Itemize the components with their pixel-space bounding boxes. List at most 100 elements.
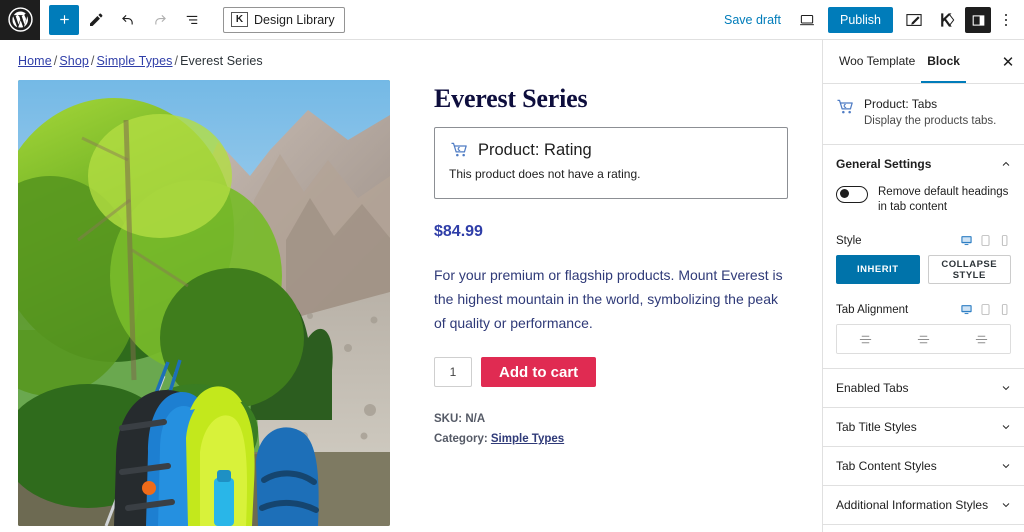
woocommerce-cart-icon — [451, 142, 467, 157]
dot — [1004, 18, 1008, 22]
panel-title: Tab Title Styles — [836, 420, 917, 435]
redo-arrow-icon — [155, 14, 166, 24]
remove-default-headings-toggle[interactable] — [836, 185, 868, 203]
product-image[interactable] — [18, 80, 390, 526]
kadence-blocks-button[interactable] — [932, 5, 962, 35]
wordpress-logo-icon[interactable] — [0, 0, 40, 40]
editor-toolbar: K Design Library Save draft Publish — [0, 0, 1024, 40]
panel-additional-information-styles[interactable]: Additional Information Styles — [823, 486, 1024, 526]
align-left-icon — [860, 335, 872, 343]
product-sku: SKU: N/A — [434, 409, 788, 429]
tablet-icon[interactable] — [979, 234, 992, 247]
rating-block-title: Product: Rating — [478, 140, 592, 159]
tablet-icon[interactable] — [979, 303, 992, 316]
sidebar-panel-icon — [972, 14, 984, 26]
pencil-icon — [90, 13, 103, 26]
align-right-button[interactable] — [952, 325, 1010, 354]
category-label: Category: — [434, 433, 488, 446]
design-library-label: Design Library — [254, 12, 335, 27]
panel-title: Tab Content Styles — [836, 459, 937, 474]
panel-container-spacing-settings[interactable]: Container Spacing Settings — [823, 525, 1024, 532]
tab-alignment-field-header: Tab Alignment — [836, 301, 1011, 316]
more-options-button[interactable] — [994, 5, 1018, 35]
settings-sidebar-button[interactable] — [965, 7, 991, 33]
list-view-icon — [186, 15, 198, 24]
publish-button[interactable]: Publish — [828, 7, 893, 33]
chevron-down-icon — [1002, 425, 1010, 430]
product-description: For your premium or flagship products. M… — [434, 267, 783, 332]
product-rating-block[interactable]: Product: Rating This product does not ha… — [434, 127, 788, 199]
chevron-up-icon — [1002, 161, 1010, 166]
desktop-icon[interactable] — [960, 303, 973, 316]
tab-alignment-device-switcher — [960, 303, 1011, 316]
remove-default-headings-row: Remove default headings in tab content — [836, 183, 1011, 217]
product-price: $84.99 — [434, 223, 483, 240]
breadcrumb-item-home[interactable]: Home — [18, 54, 52, 68]
tab-block[interactable]: Block — [921, 40, 966, 83]
redo-button[interactable] — [145, 5, 175, 35]
edit-tool-button[interactable] — [81, 5, 111, 35]
panel-title: Enabled Tabs — [836, 381, 909, 396]
preview-button[interactable] — [792, 5, 822, 35]
align-right-icon — [975, 335, 987, 343]
settings-sidebar: Woo Template Block ✕ Product: Tabs Displ… — [822, 40, 1024, 532]
close-sidebar-button[interactable]: ✕ — [996, 50, 1020, 74]
chevron-down-icon — [1002, 464, 1010, 469]
kadence-icon — [941, 13, 955, 27]
design-library-icon: K — [231, 12, 248, 27]
tab-alignment-options — [836, 324, 1011, 355]
breadcrumb-item-current: Everest Series — [180, 54, 263, 68]
quantity-input[interactable] — [434, 357, 472, 388]
add-to-cart-button[interactable]: Add to cart — [481, 357, 597, 388]
chevron-down-icon — [1002, 503, 1010, 508]
rating-block-header: Product: Rating — [449, 140, 773, 160]
panel-tab-content-styles[interactable]: Tab Content Styles — [823, 447, 1024, 487]
panel-tab-title-styles[interactable]: Tab Title Styles — [823, 408, 1024, 448]
breadcrumb-separator: / — [174, 54, 179, 68]
add-block-button[interactable] — [49, 4, 79, 35]
wordpress-block-editor: K Design Library Save draft Publish Home… — [0, 0, 1024, 532]
tab-woo-template[interactable]: Woo Template — [833, 40, 921, 83]
style-field-header: Style — [836, 232, 1011, 247]
sku-value: N/A — [465, 413, 486, 426]
align-center-icon — [917, 335, 930, 343]
mobile-icon[interactable] — [998, 234, 1011, 247]
product-details: Everest Series Product: Rating This prod… — [434, 80, 788, 449]
breadcrumb-item-shop[interactable]: Shop — [59, 54, 89, 68]
chevron-down-icon — [1002, 386, 1010, 391]
tab-alignment-label: Tab Alignment — [836, 303, 909, 316]
design-library-button[interactable]: K Design Library — [223, 6, 345, 33]
category-link[interactable]: Simple Types — [491, 433, 564, 445]
rating-block-message: This product does not have a rating. — [449, 167, 641, 181]
style-option-collapse[interactable]: COLLAPSE STYLE — [927, 255, 1011, 285]
style-option-inherit[interactable]: INHERIT — [836, 255, 920, 285]
product-layout: Everest Series Product: Rating This prod… — [18, 80, 788, 526]
editor-canvas: Home / Shop / Simple Types / Everest Series — [0, 40, 822, 532]
toggle-knob — [840, 189, 849, 199]
product-title: Everest Series — [434, 84, 588, 113]
remove-default-headings-label: Remove default headings in tab content — [878, 185, 1009, 214]
save-draft-button[interactable]: Save draft — [716, 13, 789, 27]
add-to-cart-row: Add to cart — [434, 357, 788, 388]
align-center-button[interactable] — [894, 325, 953, 354]
style-options: INHERIT COLLAPSE STYLE — [836, 255, 1011, 285]
mobile-icon[interactable] — [998, 303, 1011, 316]
panel-title: General Settings — [836, 156, 932, 171]
undo-button[interactable] — [113, 5, 143, 35]
style-device-switcher — [960, 234, 1011, 247]
breadcrumb-item-simple-types[interactable]: Simple Types — [97, 54, 173, 68]
style-label: Style — [836, 234, 862, 247]
product-meta: SKU: N/A Category: Simple Types — [434, 409, 788, 449]
undo-arrow-icon — [122, 14, 133, 24]
breadcrumb-separator: / — [90, 54, 95, 68]
panel-title: Additional Information Styles — [836, 498, 989, 513]
toolbar-right-tools: Save draft Publish — [716, 0, 1018, 40]
preview-laptop-icon — [800, 14, 814, 26]
align-left-button[interactable] — [837, 325, 895, 354]
product-category: Category: Simple Types — [434, 429, 788, 449]
panel-general-settings-header[interactable]: General Settings — [823, 145, 1024, 183]
edit-post-button[interactable] — [899, 5, 929, 35]
document-overview-button[interactable] — [177, 5, 207, 35]
desktop-icon[interactable] — [960, 234, 973, 247]
panel-enabled-tabs[interactable]: Enabled Tabs — [823, 369, 1024, 409]
